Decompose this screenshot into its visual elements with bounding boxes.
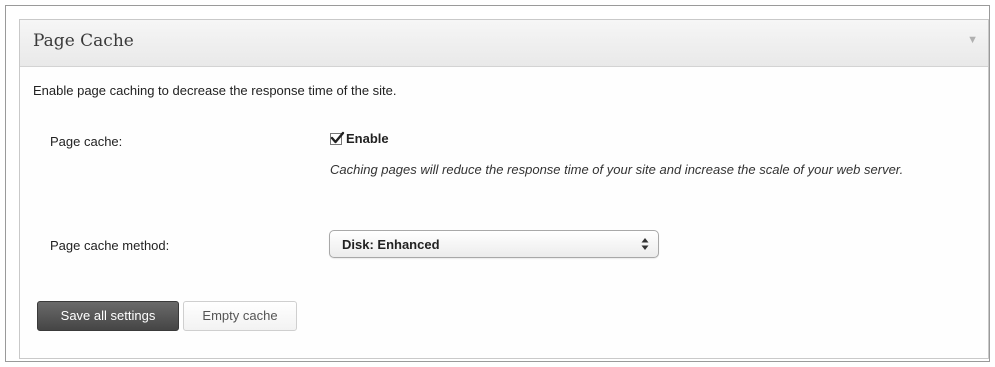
enable-checkbox-label: Enable	[346, 131, 389, 146]
page-cache-description: Caching pages will reduce the response t…	[330, 162, 904, 177]
intro-text: Enable page caching to decrease the resp…	[33, 83, 397, 98]
empty-cache-button[interactable]: Empty cache	[183, 301, 297, 331]
page-cache-panel: Page Cache ▼ Enable page caching to decr…	[19, 19, 989, 359]
screenshot-frame: Page Cache ▼ Enable page caching to decr…	[5, 5, 990, 362]
enable-checkbox-control[interactable]: Enable	[330, 131, 389, 146]
panel-title: Page Cache	[33, 31, 134, 51]
checkbox-checked-icon[interactable]	[330, 131, 345, 145]
triangle-down-icon[interactable]: ▼	[967, 34, 978, 46]
page-cache-method-label: Page cache method:	[50, 238, 170, 253]
page-cache-label: Page cache:	[50, 134, 123, 149]
select-value: Disk: Enhanced	[342, 237, 440, 252]
panel-header[interactable]: Page Cache ▼	[20, 20, 988, 67]
up-down-arrows-icon	[641, 237, 649, 251]
page-cache-method-select[interactable]: Disk: Enhanced	[329, 230, 659, 258]
save-all-settings-button[interactable]: Save all settings	[37, 301, 179, 331]
